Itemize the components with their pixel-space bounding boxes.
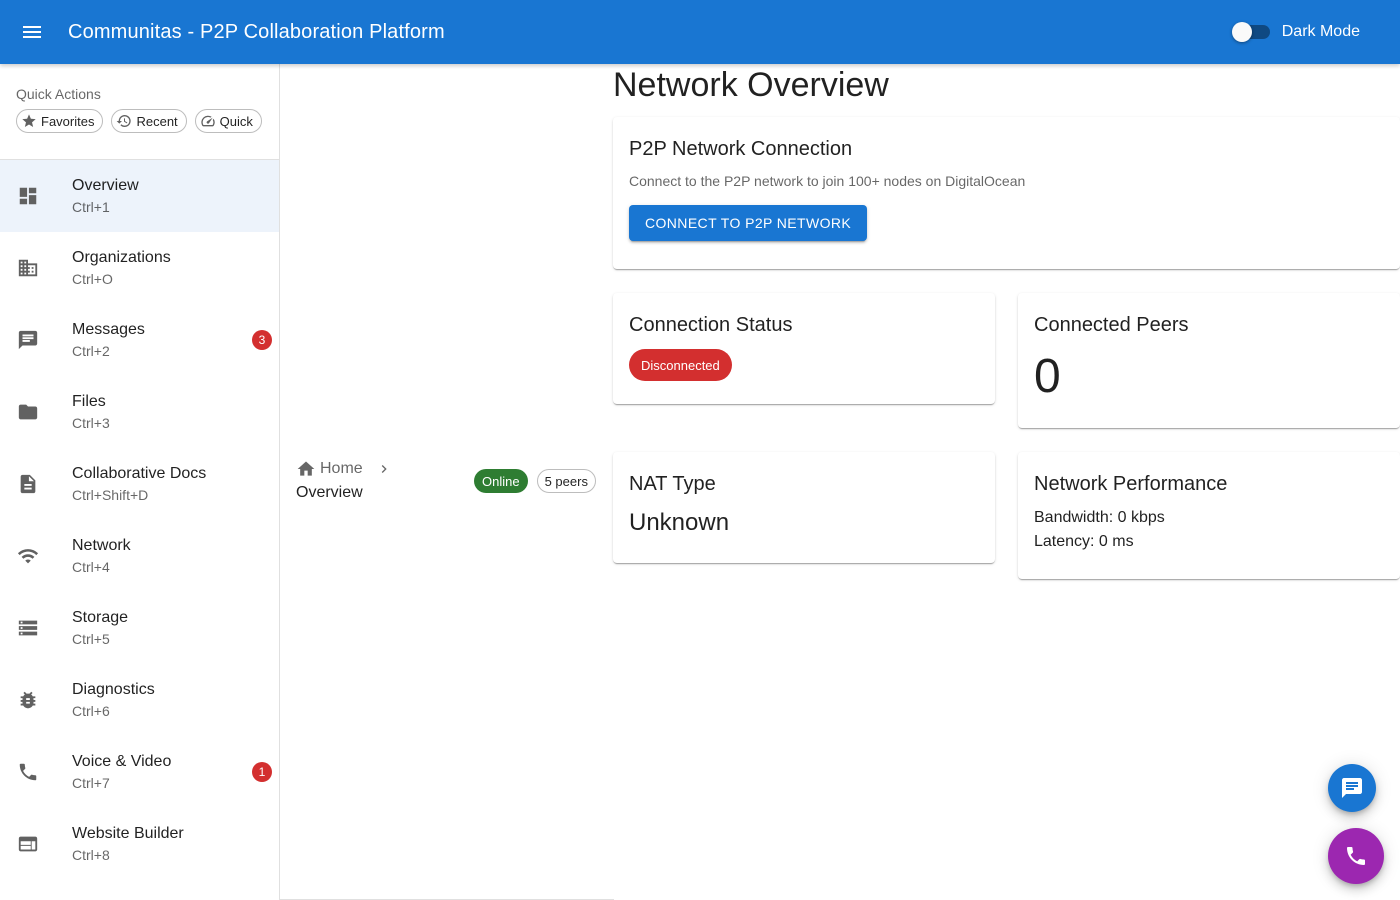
sidebar-item-voice-video[interactable]: Voice & Video Ctrl+7 1 [0,736,279,808]
sidebar: Quick Actions Favorites Recent Quick Ove… [0,64,280,900]
sidebar-item-label: Voice & Video [72,753,172,770]
sidebar-item-label: Files [72,393,106,410]
connected-peers-card: Connected Peers 0 [1018,293,1400,428]
call-fab[interactable] [1328,828,1384,884]
sidebar-item-website-builder[interactable]: Website Builder Ctrl+8 [0,808,279,880]
sidebar-item-shortcut: Ctrl+1 [72,199,110,215]
quick-chip-label: Quick [219,113,253,129]
latency-value: Latency: 0 ms [1034,533,1134,550]
web-icon [18,836,38,852]
p2p-card-description: Connect to the P2P network to join 100+ … [629,173,1026,189]
nat-type-value: Unknown [629,509,730,536]
folder-icon [18,404,38,420]
dashboard-icon [19,187,37,205]
business-icon [18,259,38,277]
sidebar-item-storage[interactable]: Storage Ctrl+5 [0,592,279,664]
sidebar-item-overview[interactable]: Overview Ctrl+1 [0,160,279,232]
sidebar-item-label: Collaborative Docs [72,465,207,482]
chat-icon [1342,778,1362,798]
dark-mode-switch[interactable] [1231,22,1270,42]
menu-button[interactable] [8,8,56,56]
sidebar-item-shortcut: Ctrl+5 [72,631,110,647]
sidebar-item-shortcut: Ctrl+2 [72,343,110,359]
quick-actions-title: Quick Actions [16,86,101,102]
sidebar-item-label: Overview [72,177,139,194]
chat-fab[interactable] [1328,764,1376,812]
sidebar-item-label: Messages [72,321,145,338]
chevron-right-icon [376,461,392,482]
nat-type-title: NAT Type [629,473,716,495]
breadcrumb: Home Overview [296,459,387,502]
recent-chip[interactable]: Recent [111,109,187,133]
dark-mode-label: Dark Mode [1281,23,1360,40]
sidebar-item-label: Organizations [72,249,171,266]
sidebar-item-shortcut: Ctrl+Shift+D [72,487,149,503]
p2p-card-title: P2P Network Connection [629,138,853,160]
chat-icon [18,330,38,350]
sidebar-item-label: Website Builder [72,825,184,842]
app-bar: Communitas - P2P Collaboration Platform … [0,0,1400,64]
connected-peers-count: 0 [1034,350,1061,403]
bug-icon [20,691,36,709]
connected-peers-title: Connected Peers [1034,314,1189,336]
history-icon [117,115,132,128]
breadcrumb-current: Overview [296,484,363,501]
sidebar-item-shortcut: Ctrl+6 [72,703,110,719]
menu-icon [23,26,41,38]
network-performance-card: Network Performance Bandwidth: 0 kbps La… [1018,452,1400,579]
phone-icon [1347,847,1365,865]
sidebar-item-label: Network [72,537,131,554]
sidebar-item-label: Storage [72,609,129,626]
phone-icon [19,763,37,781]
quick-chip[interactable]: Quick [194,109,262,133]
messages-badge: 3 [252,330,272,350]
voice-video-badge: 1 [252,762,272,782]
sidebar-item-files[interactable]: Files Ctrl+3 [0,376,279,448]
favorites-chip[interactable]: Favorites [16,109,104,133]
connection-status-card: Connection Status Disconnected [613,293,995,404]
bandwidth-value: Bandwidth: 0 kbps [1034,509,1165,526]
sidebar-item-shortcut: Ctrl+7 [72,775,110,791]
p2p-connection-card: P2P Network Connection Connect to the P2… [613,117,1400,269]
sidebar-item-messages[interactable]: Messages Ctrl+2 3 [0,304,279,376]
breadcrumb-home[interactable]: Home [296,459,363,479]
status-chips: Online 5 peers [474,469,596,493]
sidebar-item-diagnostics[interactable]: Diagnostics Ctrl+6 [0,664,279,736]
network-icon [17,549,39,564]
connection-status-title: Connection Status [629,314,793,336]
storage-icon [18,620,38,636]
network-performance-title: Network Performance [1034,473,1228,495]
sidebar-item-shortcut: Ctrl+4 [72,559,110,575]
app-title: Communitas - P2P Collaboration Platform [68,20,445,43]
peers-count-badge: 5 peers [536,469,596,493]
sidebar-item-collaborative-docs[interactable]: Collaborative Docs Ctrl+Shift+D [0,448,279,520]
sidebar-item-network[interactable]: Network Ctrl+4 [0,520,279,592]
connect-p2p-button[interactable]: CONNECT TO P2P NETWORK [629,205,868,241]
sidebar-item-label: Diagnostics [72,681,155,698]
breadcrumb-home-label: Home [320,460,363,477]
sidebar-item-shortcut: Ctrl+8 [72,847,110,863]
home-icon [297,461,315,476]
document-icon [20,474,36,494]
nat-type-card: NAT Type Unknown [613,452,995,563]
sidebar-item-organizations[interactable]: Organizations Ctrl+O [0,232,279,304]
online-status-badge: Online [474,469,528,493]
dark-mode-toggle: Dark Mode [1231,0,1360,64]
favorites-chip-label: Favorites [41,113,95,129]
star-icon [22,114,36,127]
sidebar-item-shortcut: Ctrl+3 [72,415,110,431]
recent-chip-label: Recent [136,113,178,129]
speed-icon [201,115,215,127]
sidebar-item-shortcut: Ctrl+O [72,271,113,287]
page-title: Network Overview [613,66,889,104]
disconnected-status-badge: Disconnected [629,349,732,381]
quick-actions: Quick Actions Favorites Recent Quick [0,64,279,160]
